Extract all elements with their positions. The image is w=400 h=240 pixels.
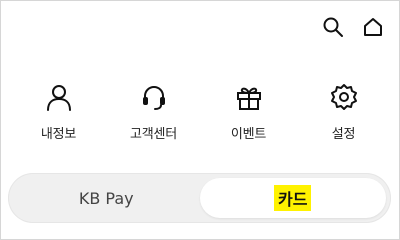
tab-label: 카드 [274, 185, 312, 211]
menu-item-label: 이벤트 [230, 127, 267, 142]
menu-item-settings[interactable]: 설정 [304, 81, 384, 151]
tab-label: KB Pay [78, 188, 134, 208]
menu-item-my-info[interactable]: 내정보 [19, 81, 99, 151]
home-icon[interactable] [361, 15, 385, 39]
headset-icon [138, 81, 170, 113]
menu-item-label: 고객센터 [129, 127, 178, 142]
gear-icon [328, 81, 360, 113]
search-icon[interactable] [321, 15, 345, 39]
quick-menu: 내정보 고객센터 이벤트 설정 [1, 81, 400, 151]
menu-item-label: 내정보 [40, 127, 77, 142]
person-icon [43, 81, 75, 113]
menu-item-customer-center[interactable]: 고객센터 [114, 81, 194, 151]
screen-frame: 내정보 고객센터 이벤트 설정 KB Pay 카드 [0, 0, 400, 240]
header-actions [321, 15, 385, 39]
gift-icon [233, 81, 265, 113]
tab-switcher: KB Pay 카드 [8, 173, 391, 223]
menu-item-label: 설정 [331, 127, 356, 142]
tab-kb-pay[interactable]: KB Pay [13, 178, 200, 218]
tab-card[interactable]: 카드 [199, 178, 386, 218]
menu-item-event[interactable]: 이벤트 [209, 81, 289, 151]
